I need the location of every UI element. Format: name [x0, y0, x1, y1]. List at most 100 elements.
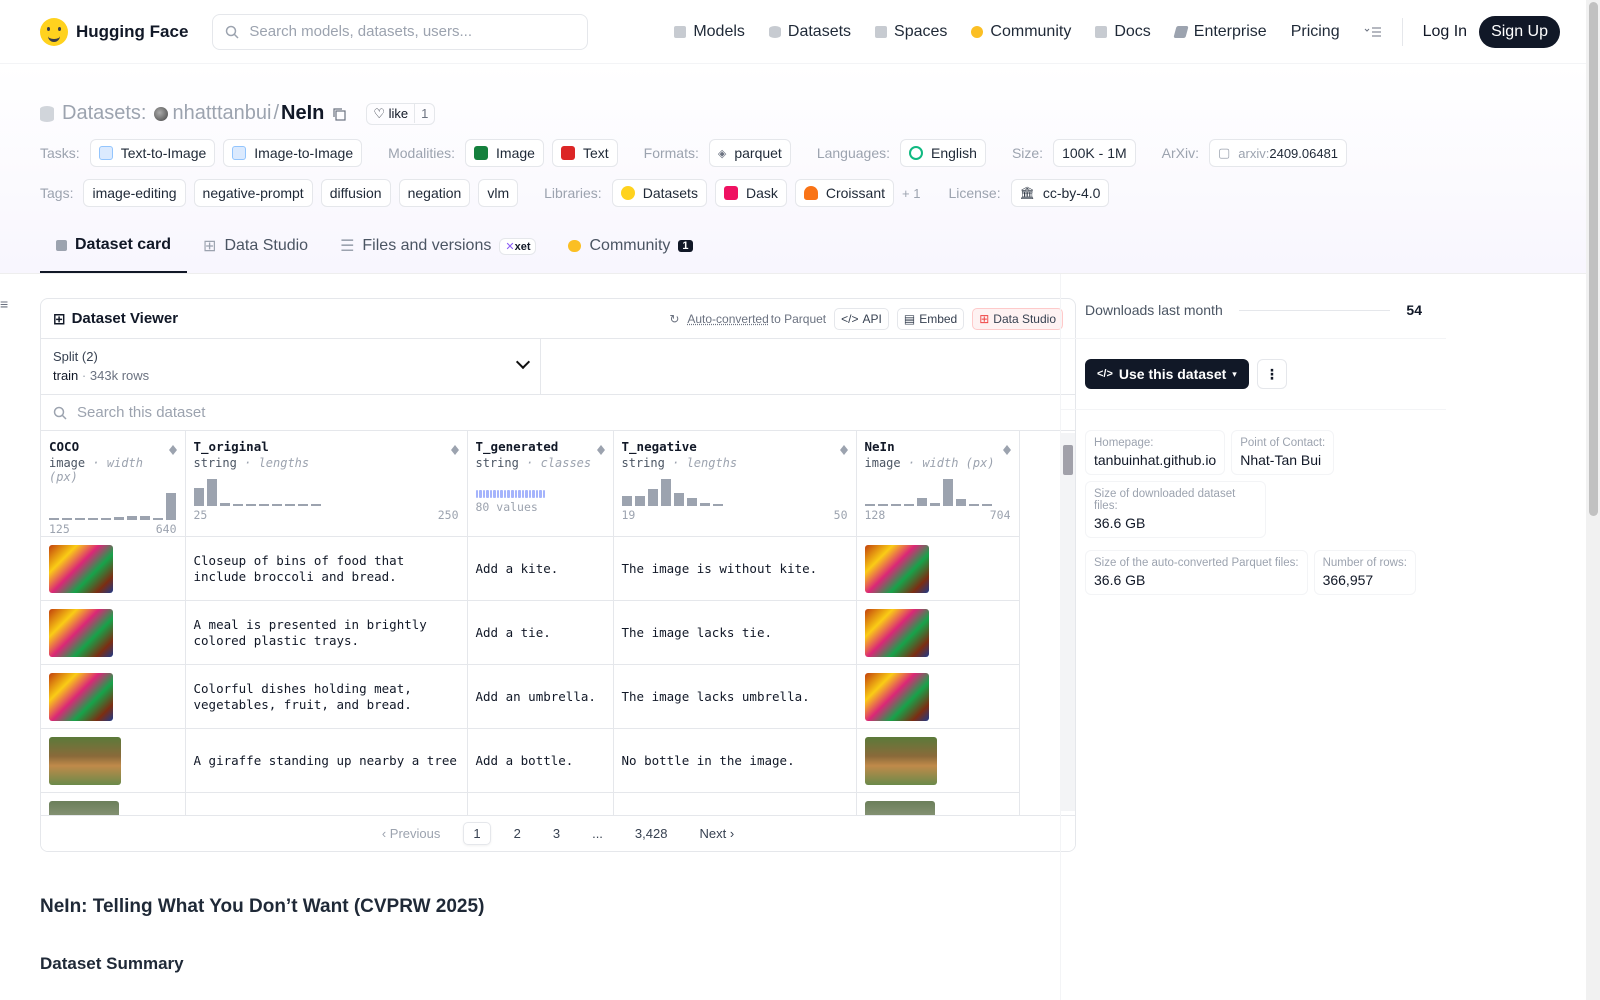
histogram-bar[interactable] — [929, 503, 940, 506]
task-tag[interactable]: Image-to-Image — [223, 139, 363, 167]
tab-files-and-versions[interactable]: ☰ Files and versions ✕xet — [324, 219, 552, 273]
image-cell[interactable] — [856, 536, 1020, 601]
page-2-button[interactable]: 2 — [505, 823, 530, 844]
image-cell[interactable] — [41, 600, 186, 665]
table-row[interactable]: Colorful dishes holding meat, vegetables… — [41, 664, 1020, 729]
page-3-button[interactable]: 3 — [544, 823, 569, 844]
text-cell[interactable]: Closeup of bins of food that include bro… — [185, 536, 468, 601]
image-cell[interactable] — [41, 728, 186, 793]
tab-community[interactable]: Community 1 — [552, 219, 708, 273]
histogram-bar[interactable] — [284, 504, 295, 506]
signup-button[interactable]: Sign Up — [1479, 15, 1560, 48]
histogram-bar[interactable] — [864, 504, 875, 506]
histogram-bar[interactable] — [310, 504, 321, 506]
image-cell[interactable] — [856, 664, 1020, 729]
histogram-bar[interactable] — [647, 489, 658, 506]
image-cell[interactable] — [856, 600, 1020, 665]
text-cell[interactable]: Add an umbrella. — [467, 664, 614, 729]
page-1-button[interactable]: 1 — [463, 822, 491, 845]
histogram-bar[interactable] — [660, 479, 671, 506]
tab-data-studio[interactable]: ⊞ Data Studio — [187, 219, 324, 273]
format-tag[interactable]: ◈ parquet — [708, 139, 791, 167]
image-thumbnail[interactable] — [864, 608, 929, 657]
class-distribution-bar[interactable] — [475, 490, 546, 498]
language-tag[interactable]: English — [900, 139, 986, 167]
image-thumbnail[interactable] — [49, 544, 113, 593]
dataset-name[interactable]: NeIn — [281, 102, 324, 125]
sort-icon[interactable] — [450, 441, 459, 455]
dataset-search-input[interactable]: Search this dataset — [41, 395, 1075, 431]
histogram-bar[interactable] — [258, 504, 269, 506]
text-cell[interactable]: The image lacks tie. — [613, 600, 857, 665]
histogram-bar[interactable] — [686, 498, 697, 506]
text-cell[interactable]: No bottle in the image. — [613, 728, 857, 793]
more-options-button[interactable]: ⋮ — [1256, 359, 1287, 389]
homepage-meta[interactable]: Homepage: tanbuinhat.github.io — [1085, 430, 1226, 475]
brand-logo[interactable]: Hugging Face — [40, 17, 188, 46]
text-cell[interactable]: The image lacks umbrella. — [613, 664, 857, 729]
copy-icon[interactable] — [332, 107, 346, 121]
image-thumbnail[interactable] — [864, 544, 929, 593]
nav-models[interactable]: Models — [662, 23, 757, 41]
topic-tag[interactable]: image-editing — [83, 179, 186, 207]
breadcrumb-prefix[interactable]: Datasets: — [62, 102, 146, 125]
task-tag[interactable]: Text-to-Image — [89, 139, 216, 167]
sort-icon[interactable] — [596, 441, 605, 455]
page-scrollbar[interactable] — [1586, 0, 1600, 1000]
breadcrumb-owner[interactable]: nhatttanbui — [172, 102, 271, 125]
nav-docs[interactable]: Docs — [1083, 23, 1162, 41]
sort-icon[interactable] — [1002, 441, 1011, 455]
topic-tag[interactable]: vlm — [478, 179, 519, 207]
library-tag[interactable]: Datasets — [611, 179, 707, 207]
embed-button[interactable]: ▤ Embed — [896, 307, 965, 330]
like-button[interactable]: ♡ like 1 — [366, 102, 436, 125]
nav-pricing[interactable]: Pricing — [1279, 23, 1352, 41]
use-this-dataset-button[interactable]: </> Use this dataset ▾ — [1085, 359, 1249, 389]
histogram-bar[interactable] — [193, 488, 204, 506]
sort-icon[interactable] — [168, 441, 177, 455]
library-tag[interactable]: Croissant — [794, 179, 894, 207]
library-tag[interactable]: Dask — [714, 179, 787, 207]
histogram-bar[interactable] — [88, 518, 98, 520]
histogram-bar[interactable] — [75, 518, 85, 520]
nav-spaces[interactable]: Spaces — [863, 23, 959, 41]
histogram-bar[interactable] — [153, 518, 163, 520]
histogram-bar[interactable] — [114, 517, 124, 520]
modality-tag[interactable]: Image — [465, 139, 544, 167]
column-header[interactable]: T_negative string · lengths 19 50 — [613, 431, 857, 537]
text-cell[interactable]: Colorful dishes holding meat, vegetables… — [185, 664, 468, 729]
nav-community[interactable]: Community — [959, 23, 1083, 41]
modality-tag[interactable]: Text — [551, 139, 618, 167]
histogram-bar[interactable] — [206, 479, 217, 506]
page-scrollbar-thumb[interactable] — [1589, 2, 1598, 516]
histogram-bar[interactable] — [297, 504, 308, 506]
global-search-input[interactable]: Search models, datasets, users... — [212, 13, 589, 50]
image-cell[interactable] — [41, 536, 186, 601]
histogram-bar[interactable] — [49, 518, 59, 520]
histogram-bar[interactable] — [621, 496, 632, 506]
histogram-bar[interactable] — [981, 504, 992, 506]
data-studio-button[interactable]: ⊞ Data Studio — [972, 307, 1063, 330]
histogram-bar[interactable] — [62, 518, 72, 520]
histogram-bar[interactable] — [712, 504, 723, 506]
column-header[interactable]: NeIn image · width (px) 128 704 — [856, 431, 1020, 537]
sidebar-toggle-icon[interactable]: ≡ — [0, 296, 8, 312]
histogram-bar[interactable] — [127, 516, 137, 520]
image-thumbnail[interactable] — [49, 736, 121, 785]
nav-datasets[interactable]: Datasets — [757, 23, 863, 41]
histogram-bar[interactable] — [634, 496, 645, 506]
table-row[interactable]: Closeup of bins of food that include bro… — [41, 536, 1020, 601]
more-menu-icon[interactable] — [1352, 26, 1394, 38]
text-cell[interactable]: Add a kite. — [467, 536, 614, 601]
image-thumbnail[interactable] — [864, 736, 937, 785]
last-page-button[interactable]: 3,428 — [626, 823, 677, 844]
libraries-more[interactable]: + 1 — [902, 186, 920, 201]
text-cell[interactable]: Add a tie. — [467, 600, 614, 665]
nav-enterprise[interactable]: Enterprise — [1163, 23, 1279, 41]
image-cell[interactable] — [41, 664, 186, 729]
arxiv-tag[interactable]: ▢ arxiv:2409.06481 — [1209, 139, 1348, 167]
sort-icon[interactable] — [839, 441, 848, 455]
next-page-button[interactable]: Next › — [690, 823, 743, 844]
license-tag[interactable]: 🏛 cc-by-4.0 — [1010, 179, 1110, 207]
prev-page-button[interactable]: ‹ Previous — [373, 823, 450, 844]
